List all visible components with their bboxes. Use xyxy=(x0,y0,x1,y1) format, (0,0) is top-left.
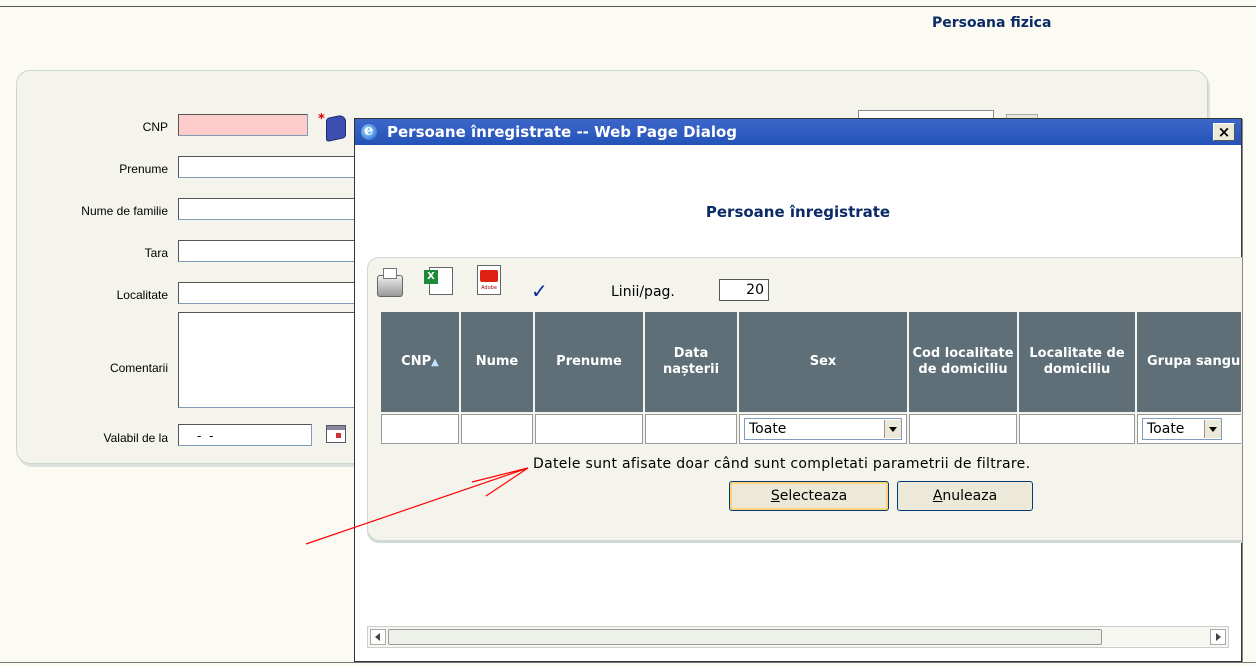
prenume-label: Prenume xyxy=(119,162,168,176)
print-icon[interactable] xyxy=(377,268,403,297)
valabil-date-value: - - xyxy=(197,429,216,443)
results-grid: CNP▲ Nume Prenume Data nașterii Sex Cod … xyxy=(381,310,1241,450)
scrollbar-thumb[interactable] xyxy=(388,629,1102,645)
chevron-down-icon[interactable] xyxy=(1204,420,1221,438)
filter-prenume[interactable] xyxy=(535,414,643,444)
valabil-date-input[interactable]: - - xyxy=(178,424,312,446)
sort-ascending-icon: ▲ xyxy=(431,356,439,368)
scroll-right-icon[interactable] xyxy=(1210,629,1226,645)
dialog-title: Persoane înregistrate -- Web Page Dialog xyxy=(387,123,738,141)
lines-per-page-label: Linii/pag. xyxy=(611,284,675,300)
tara-input[interactable] xyxy=(178,240,378,262)
pdf-export-icon[interactable] xyxy=(477,265,501,295)
comentarii-textarea[interactable] xyxy=(178,312,378,408)
column-header-grupa-sanguina[interactable]: Grupa sanguină xyxy=(1137,312,1241,412)
cnp-input[interactable] xyxy=(178,114,308,136)
lines-per-page-input[interactable]: 20 xyxy=(719,279,769,301)
horizontal-scrollbar[interactable] xyxy=(367,626,1229,648)
filter-sex-select[interactable]: Toate xyxy=(744,418,902,440)
column-header-prenume[interactable]: Prenume xyxy=(535,312,643,412)
close-button[interactable]: × xyxy=(1213,123,1235,141)
filter-row: Toate Toate xyxy=(381,414,1241,444)
filter-info-message: Datele sunt afisate doar când sunt compl… xyxy=(533,456,1031,472)
nume-familie-input[interactable] xyxy=(178,198,378,220)
address-book-icon[interactable] xyxy=(326,113,346,143)
scroll-left-icon[interactable] xyxy=(370,629,386,645)
filter-cnp[interactable] xyxy=(381,414,459,444)
cancel-button[interactable]: Anuleaza xyxy=(897,481,1033,511)
bottom-divider xyxy=(0,662,1256,663)
filter-grupa-select[interactable]: Toate xyxy=(1142,418,1222,440)
column-header-nume[interactable]: Nume xyxy=(461,312,533,412)
column-header-cnp[interactable]: CNP▲ xyxy=(381,312,459,412)
page-title: Persoana fizica xyxy=(932,15,1052,31)
column-header-cod-localitate[interactable]: Cod localitate de domiciliu xyxy=(909,312,1017,412)
required-marker: * xyxy=(318,112,325,127)
chevron-down-icon[interactable] xyxy=(884,420,901,438)
filter-sex-cell: Toate xyxy=(739,414,907,444)
filter-localitate-domiciliu[interactable] xyxy=(1019,414,1135,444)
column-header-sex[interactable]: Sex xyxy=(739,312,907,412)
filter-grupa-cell: Toate xyxy=(1137,414,1241,444)
top-divider xyxy=(0,6,1256,7)
filter-data-nasterii[interactable] xyxy=(645,414,737,444)
tara-label: Tara xyxy=(144,246,168,260)
prenume-input[interactable] xyxy=(178,156,378,178)
localitate-input[interactable] xyxy=(178,282,378,304)
select-button[interactable]: Selecteaza xyxy=(729,481,889,511)
checkmark-icon[interactable]: ✓ xyxy=(531,279,548,303)
filter-cod-localitate[interactable] xyxy=(909,414,1017,444)
calendar-icon[interactable] xyxy=(326,425,346,443)
column-header-localitate-domiciliu[interactable]: Localitate de domiciliu xyxy=(1019,312,1135,412)
localitate-label: Localitate xyxy=(116,288,168,302)
excel-export-icon[interactable] xyxy=(424,267,453,295)
cnp-label: CNP xyxy=(142,120,168,134)
dialog-heading: Persoane înregistrate xyxy=(705,203,891,221)
nume-familie-label: Nume de familie xyxy=(81,204,168,218)
ie-icon xyxy=(361,121,377,140)
valabil-label: Valabil de la xyxy=(103,431,169,445)
filter-nume[interactable] xyxy=(461,414,533,444)
persons-dialog: Persoane înregistrate -- Web Page Dialog… xyxy=(354,118,1242,662)
column-header-data-nasterii[interactable]: Data nașterii xyxy=(645,312,737,412)
comentarii-label: Comentarii xyxy=(109,361,168,375)
dialog-titlebar[interactable]: Persoane înregistrate -- Web Page Dialog… xyxy=(355,119,1241,145)
